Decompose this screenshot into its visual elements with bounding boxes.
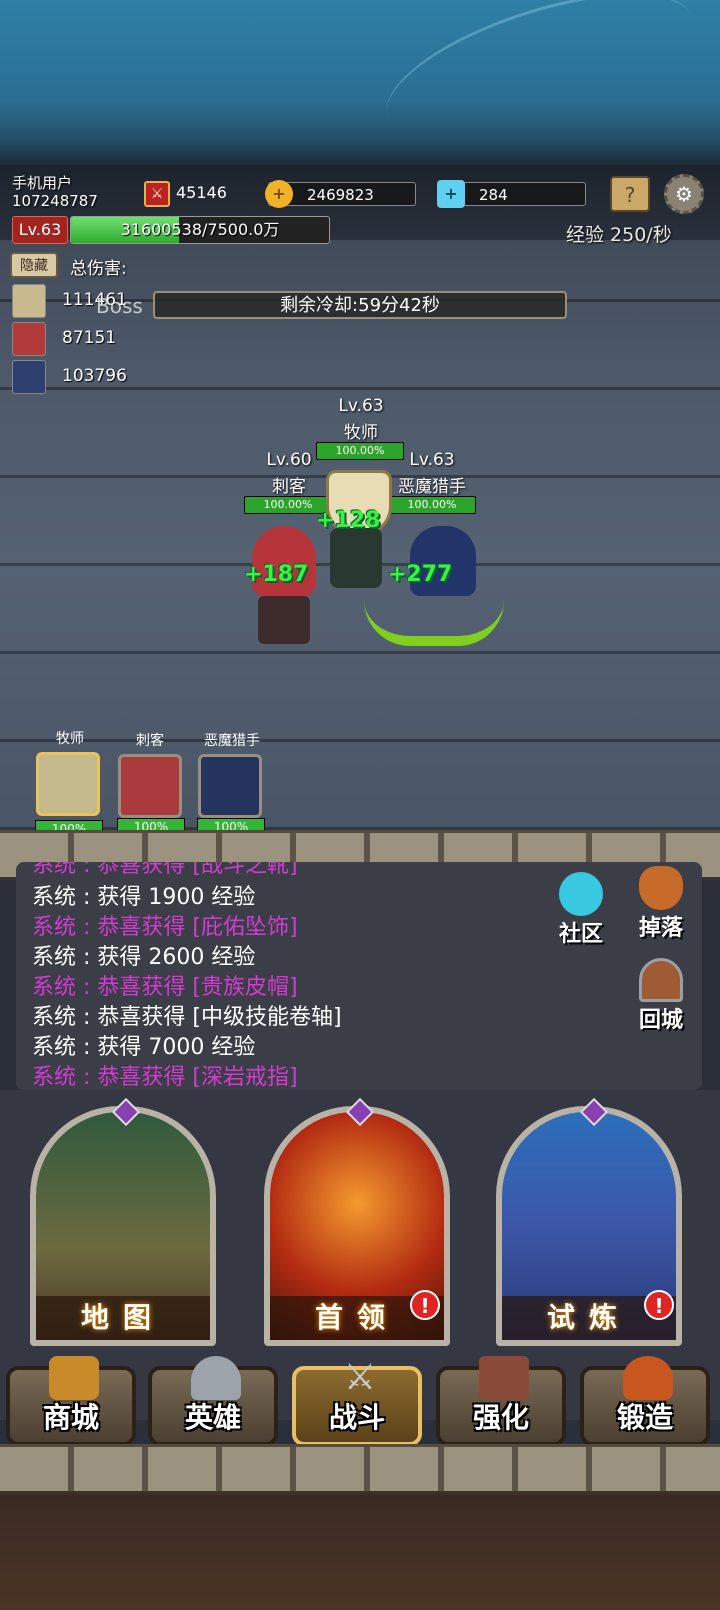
map-card[interactable]: 地图 (30, 1106, 216, 1346)
settings-gear-icon[interactable]: ⚙ (664, 174, 704, 214)
nav-heroes-label: 英雄 (184, 1401, 241, 1434)
exp-bar: 31600538/7500.0万 (70, 216, 330, 244)
diamond-plus-icon[interactable]: + (437, 180, 465, 208)
hero-name: 刺客 (272, 477, 306, 497)
diamond-value: 284 (479, 186, 508, 204)
bottom-floor (0, 1494, 720, 1610)
party-name: 恶魔猎手 (204, 733, 260, 749)
damage-row: 111461 (12, 284, 127, 318)
heal-number: +187 (244, 562, 309, 587)
forge-anvil-icon (623, 1356, 673, 1400)
power-value: 45146 (176, 183, 227, 202)
nav-forge-label: 锻造 (616, 1401, 673, 1434)
party-portrait-demon-hunter[interactable] (198, 754, 262, 818)
log-line: 系统 : 恭喜获得 [深岩戒指] (32, 1065, 298, 1090)
demon-hunter-face-icon (12, 360, 46, 394)
hammer-icon (479, 1356, 529, 1400)
hero-level: Lv.60 (266, 450, 312, 470)
door-icon (639, 958, 683, 1002)
bottom-stone-wall (0, 1444, 720, 1494)
log-line: 系统 : 恭喜获得 [庇佑坠饰] (32, 915, 298, 940)
damage-value: 87151 (62, 328, 117, 348)
power-icon: ⚔ (144, 181, 170, 207)
return-town-label: 回城 (638, 1008, 683, 1033)
party-portrait-assassin[interactable] (118, 754, 182, 818)
party-name: 刺客 (136, 733, 164, 749)
nav-battle-label: 战斗 (328, 1401, 385, 1434)
treasure-chest-icon (49, 1356, 99, 1400)
exp-rate: 经验 250/秒 (566, 224, 672, 246)
log-line: 系统 : 恭喜获得 [中级技能卷轴] (32, 1005, 342, 1030)
boss-alert-icon: ! (410, 1290, 440, 1320)
damage-row: 103796 (12, 360, 127, 394)
helmet-icon (191, 1356, 241, 1400)
hero-level: Lv.63 (409, 450, 455, 470)
community-label: 社区 (558, 922, 603, 947)
nav-heroes[interactable]: 英雄 (148, 1356, 278, 1446)
assassin-face-icon (12, 322, 46, 356)
party-portrait-priest[interactable] (36, 752, 100, 816)
gold-plus-icon[interactable]: + (265, 180, 293, 208)
log-line: 系统 : 获得 1900 经验 (32, 885, 256, 910)
gold-value: 2469823 (307, 186, 374, 204)
level-badge: Lv.63 (12, 216, 68, 244)
return-town-button[interactable]: 回城 (628, 958, 694, 1034)
loot-bag-icon (639, 866, 683, 910)
party-name: 牧师 (56, 731, 84, 747)
nav-enhance[interactable]: 强化 (436, 1356, 566, 1446)
hero-name: 恶魔猎手 (398, 477, 466, 497)
total-damage-label: 总伤害: (70, 259, 127, 279)
priest-body (330, 528, 382, 588)
hero-hp-bar: 100.00% (388, 496, 476, 514)
nav-shop-label: 商城 (42, 1401, 99, 1434)
priest-face-icon (12, 284, 46, 318)
log-line: 系统 : 获得 7000 经验 (32, 1035, 256, 1060)
crossed-swords-icon: ⚔ (343, 1357, 377, 1398)
damage-value: 103796 (62, 366, 127, 386)
map-card-label: 地图 (36, 1296, 210, 1340)
hero-level: Lv.63 (338, 396, 384, 416)
nav-shop[interactable]: 商城 (6, 1356, 136, 1446)
log-line: 系统 : 获得 2600 经验 (32, 945, 256, 970)
log-line: 系统 : 恭喜获得 [贵族皮帽] (32, 975, 298, 1000)
player-id: 107248787 (12, 192, 98, 210)
heal-number: +277 (388, 562, 453, 587)
drops-button[interactable]: 掉落 (626, 866, 696, 942)
damage-row: 87151 (12, 322, 116, 356)
hide-damage-button[interactable]: 隐藏 (10, 252, 58, 278)
exp-text: 31600538/7500.0万 (120, 220, 280, 239)
trial-alert-icon: ! (644, 1290, 674, 1320)
nav-enhance-label: 强化 (472, 1401, 529, 1434)
nav-battle[interactable]: ⚔ 战斗 (292, 1357, 422, 1446)
quest-book-icon[interactable]: ? (610, 176, 650, 212)
log-line: 系统 : 恭喜获得 [战斗之靴] (32, 862, 298, 878)
community-button[interactable]: 社区 (548, 872, 614, 948)
player-name: 手机用户 (12, 174, 73, 192)
chat-bubble-icon (559, 872, 603, 916)
drops-label: 掉落 (638, 916, 683, 941)
assassin-body (258, 596, 310, 644)
nav-forge[interactable]: 锻造 (580, 1356, 710, 1446)
hero-name: 牧师 (344, 423, 378, 443)
heal-number: +128 (316, 508, 381, 533)
boss-cooldown: 剩余冷却:59分42秒 (153, 291, 567, 319)
boss-label: Boss (96, 294, 143, 318)
